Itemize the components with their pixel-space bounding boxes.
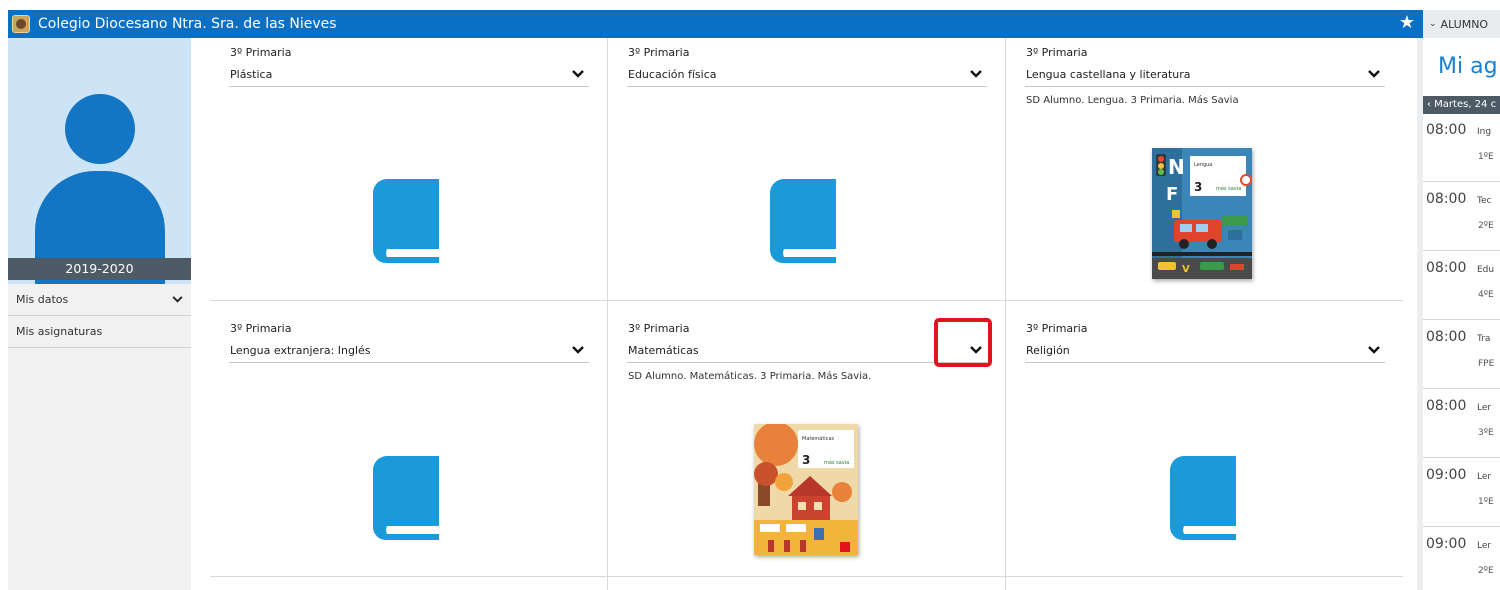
slot-subject: Ler	[1477, 472, 1492, 482]
chevron-down-icon: ⌄	[1429, 19, 1437, 29]
svg-text:F: F	[1166, 184, 1178, 205]
agenda-panel: Mi ag ‹ Martes, 24 c 08:00 Ing 1ºE 08:00…	[1417, 38, 1500, 590]
sidebar-item-mis-asignaturas[interactable]: Mis asignaturas	[8, 316, 191, 348]
cover-grade: 3	[802, 453, 810, 467]
subject-grade: 3º Primaria	[230, 46, 292, 59]
subject-name: Plástica	[230, 67, 273, 81]
slot-time: 09:00	[1426, 536, 1467, 552]
subject-name: Lengua extranjera: Inglés	[230, 343, 371, 357]
chevron-down-icon[interactable]	[1363, 340, 1385, 360]
subject-selector[interactable]: Plástica	[229, 62, 589, 87]
slot-subject: Ler	[1477, 541, 1492, 551]
subject-resource[interactable]: SD Alumno. Matemáticas. 3 Primaria. Más …	[628, 371, 871, 382]
slot-time: 08:00	[1426, 398, 1467, 414]
cover-publisher: más savia	[824, 459, 849, 466]
grid-divider	[210, 576, 1403, 577]
slot-group: 1ºE	[1478, 497, 1494, 507]
profile-panel: 2019-2020	[8, 38, 191, 284]
subject-grade: 3º Primaria	[628, 46, 690, 59]
star-icon[interactable]: ★	[1399, 14, 1415, 32]
subject-grade: 3º Primaria	[1026, 322, 1088, 335]
slot-group: 2ºE	[1478, 566, 1494, 576]
role-label: ALUMNO	[1440, 17, 1489, 31]
subject-selector[interactable]: Lengua castellana y literatura	[1025, 62, 1385, 87]
agenda-slot[interactable]: 08:00 Tra FPE	[1423, 321, 1500, 389]
chevron-down-icon	[172, 293, 183, 306]
lengua-book-cover[interactable]: N F Lengua 3 más savia V	[1152, 148, 1252, 279]
subject-card-ingles[interactable]: 3º Primaria Lengua extranjera: Inglés	[210, 314, 608, 576]
cover-publisher: más savia	[1216, 185, 1241, 192]
book-icon[interactable]	[373, 456, 443, 540]
slot-group: 2ºE	[1478, 221, 1494, 231]
subject-card-educacion-fisica[interactable]: 3º Primaria Educación física	[608, 38, 1006, 300]
cover-title: Matemáticas	[802, 435, 835, 442]
slot-subject: Tec	[1477, 196, 1492, 206]
subject-name: Matemáticas	[628, 343, 699, 357]
subject-resource[interactable]: SD Alumno. Lengua. 3 Primaria. Más Savia	[1026, 95, 1239, 106]
chevron-down-icon[interactable]	[965, 64, 987, 84]
page: Colegio Diocesano Ntra. Sra. de las Niev…	[0, 0, 1500, 590]
slot-time: 08:00	[1426, 122, 1467, 138]
sidebar-item-label: Mis asignaturas	[16, 325, 103, 338]
subject-card-plastica[interactable]: 3º Primaria Plástica	[210, 38, 608, 300]
school-year: 2019-2020	[8, 258, 191, 280]
slot-group: 1ºE	[1478, 152, 1494, 162]
slot-group: 3ºE	[1478, 428, 1494, 438]
slot-subject: Edu	[1477, 265, 1495, 275]
subject-grade: 3º Primaria	[230, 322, 292, 335]
subject-card-religion[interactable]: 3º Primaria Religión	[1006, 314, 1404, 576]
highlight-box	[934, 318, 992, 367]
chevron-down-icon[interactable]	[567, 340, 589, 360]
subject-selector[interactable]: Lengua extranjera: Inglés	[229, 338, 589, 363]
top-bar: Colegio Diocesano Ntra. Sra. de las Niev…	[8, 10, 1423, 38]
agenda-date-nav[interactable]: ‹ Martes, 24 c	[1423, 96, 1500, 114]
agenda-slot[interactable]: 08:00 Ler 3ºE	[1423, 390, 1500, 458]
slot-time: 09:00	[1426, 467, 1467, 483]
book-icon[interactable]	[373, 179, 443, 263]
slot-group: FPE	[1478, 359, 1495, 369]
subjects-grid: 3º Primaria Plástica 3º Primaria Educaci…	[210, 38, 1403, 590]
subject-name: Religión	[1026, 343, 1070, 357]
slot-subject: Ler	[1477, 403, 1492, 413]
slot-group: 4ºE	[1478, 290, 1494, 300]
sidebar-item-mis-datos[interactable]: Mis datos	[8, 284, 191, 316]
subject-selector[interactable]: Religión	[1025, 338, 1385, 363]
book-icon[interactable]	[770, 179, 840, 263]
subject-grade: 3º Primaria	[628, 322, 690, 335]
subject-name: Lengua castellana y literatura	[1026, 67, 1191, 81]
sidebar: 2019-2020 Mis datos Mis asignaturas	[8, 38, 191, 590]
user-avatar-icon	[65, 94, 135, 164]
cover-title: Lengua	[1194, 162, 1212, 168]
subject-selector[interactable]: Educación física	[627, 62, 987, 87]
slot-time: 08:00	[1426, 191, 1467, 207]
school-name: Colegio Diocesano Ntra. Sra. de las Niev…	[38, 16, 337, 32]
svg-text:N: N	[1168, 155, 1185, 179]
agenda-slot[interactable]: 08:00 Edu 4ºE	[1423, 252, 1500, 320]
subject-card-lengua-castellana[interactable]: 3º Primaria Lengua castellana y literatu…	[1006, 38, 1404, 300]
slot-time: 08:00	[1426, 260, 1467, 276]
agenda-slot[interactable]: 08:00 Tec 2ºE	[1423, 183, 1500, 251]
svg-text:V: V	[1182, 264, 1190, 275]
cover-grade: 3	[1194, 180, 1202, 194]
agenda-slot[interactable]: 09:00 Ler 1ºE	[1423, 459, 1500, 527]
sidebar-item-label: Mis datos	[16, 293, 69, 306]
agenda-slot[interactable]: 09:00 Ler 2ºE	[1423, 528, 1500, 590]
agenda-slot[interactable]: 08:00 Ing 1ºE	[1423, 114, 1500, 182]
chevron-down-icon[interactable]	[1363, 64, 1385, 84]
chevron-down-icon[interactable]	[567, 64, 589, 84]
role-selector[interactable]: ⌄ ALUMNO	[1423, 10, 1500, 38]
slot-time: 08:00	[1426, 329, 1467, 345]
book-icon[interactable]	[1170, 456, 1240, 540]
subject-selector[interactable]: Matemáticas	[627, 338, 987, 363]
grid-divider	[210, 300, 1403, 301]
school-logo	[12, 15, 30, 33]
agenda-title: Mi ag	[1438, 54, 1498, 79]
slot-subject: Ing	[1477, 127, 1492, 137]
subject-name: Educación física	[628, 67, 717, 81]
subject-grade: 3º Primaria	[1026, 46, 1088, 59]
matematicas-book-cover[interactable]: Matemáticas 3 más savia	[754, 424, 858, 555]
slot-subject: Tra	[1477, 334, 1491, 344]
